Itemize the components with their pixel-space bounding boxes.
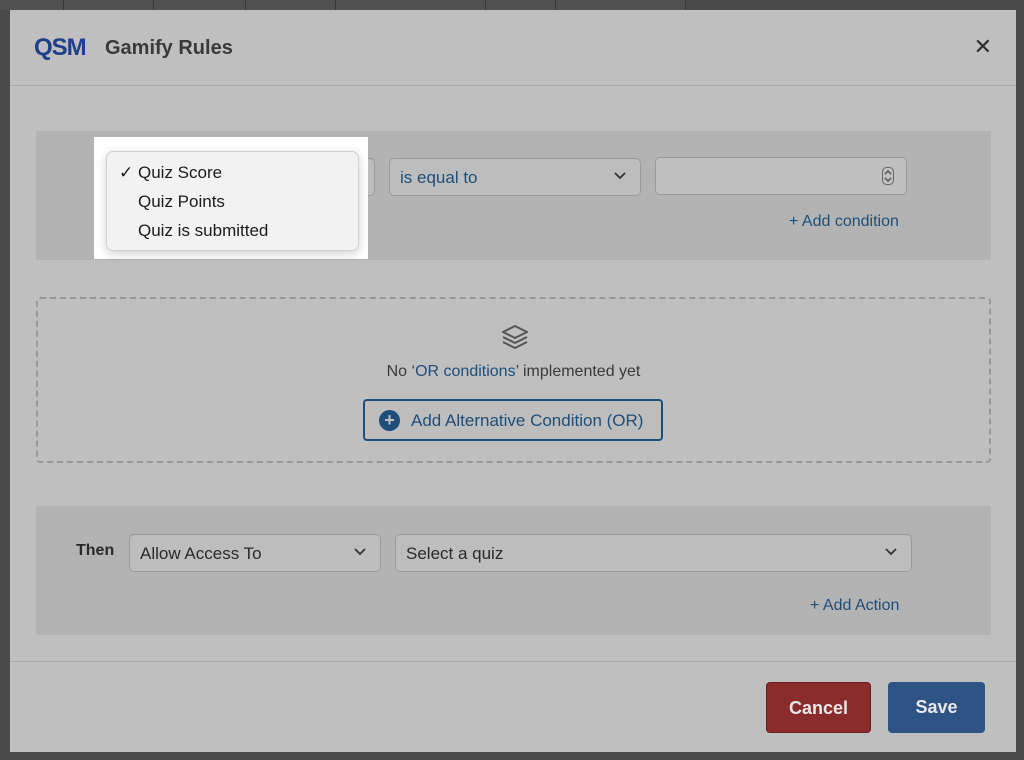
chevron-down-icon (354, 548, 366, 556)
quiz-select-placeholder: Select a quiz (406, 544, 504, 563)
or-text-prefix: No ‘ (386, 363, 416, 380)
quiz-select[interactable]: Select a quiz (395, 534, 912, 572)
condition-field-dropdown-menu: ✓ Quiz Score Quiz Points Quiz is submitt… (106, 151, 359, 251)
number-spinner-icon[interactable] (882, 167, 894, 185)
condition-operator-select[interactable]: is equal to (389, 158, 641, 196)
background-tab (154, 0, 246, 10)
background-tab (0, 0, 64, 10)
qsm-logo: QSM (34, 34, 87, 61)
background-tab (556, 0, 686, 10)
gamify-rules-modal: QSM Gamify Rules ✕ If is equal to + Add … (10, 10, 1016, 752)
cancel-button[interactable]: Cancel (766, 682, 871, 733)
modal-header: QSM Gamify Rules ✕ (10, 10, 1016, 86)
save-button[interactable]: Save (888, 682, 985, 733)
chevron-down-icon (885, 548, 897, 556)
or-text-highlight: OR conditions (415, 363, 516, 380)
action-type-select[interactable]: Allow Access To (129, 534, 381, 572)
dropdown-option-label: Quiz is submitted (138, 221, 269, 240)
or-button-label: Add Alternative Condition (OR) (411, 411, 644, 430)
action-value: Allow Access To (140, 544, 262, 563)
footer-divider (10, 661, 1016, 662)
dropdown-option-quiz-score[interactable]: ✓ Quiz Score (107, 159, 360, 187)
dropdown-option-label: Quiz Score (138, 163, 223, 182)
checkmark-icon: ✓ (119, 163, 134, 182)
modal-title: Gamify Rules (105, 37, 233, 59)
background-tabs (0, 0, 1024, 10)
close-icon[interactable]: ✕ (974, 36, 992, 58)
plus-circle-icon: + (379, 410, 400, 431)
or-text-suffix: ’ implemented yet (515, 363, 641, 380)
then-label: Then (76, 542, 115, 559)
chevron-down-icon (614, 172, 626, 180)
add-alternative-condition-button[interactable]: + Add Alternative Condition (OR) (363, 399, 663, 441)
then-action-panel: Then Allow Access To Select a quiz + Add… (36, 506, 991, 635)
dropdown-option-quiz-points[interactable]: Quiz Points (107, 188, 360, 216)
add-condition-link[interactable]: + Add condition (789, 213, 899, 231)
add-action-link[interactable]: + Add Action (810, 597, 899, 615)
background-tab (64, 0, 154, 10)
dropdown-option-label: Quiz Points (138, 192, 225, 211)
no-or-conditions-text: No ‘OR conditions’ implemented yet (38, 363, 989, 381)
layers-icon (502, 325, 528, 349)
background-tab (246, 0, 336, 10)
condition-value-input[interactable] (655, 157, 907, 195)
operator-value: is equal to (400, 168, 478, 187)
background-tab (336, 0, 486, 10)
dropdown-option-quiz-submitted[interactable]: Quiz is submitted (107, 217, 360, 245)
or-conditions-area: No ‘OR conditions’ implemented yet + Add… (36, 297, 991, 463)
background-tab (486, 0, 556, 10)
